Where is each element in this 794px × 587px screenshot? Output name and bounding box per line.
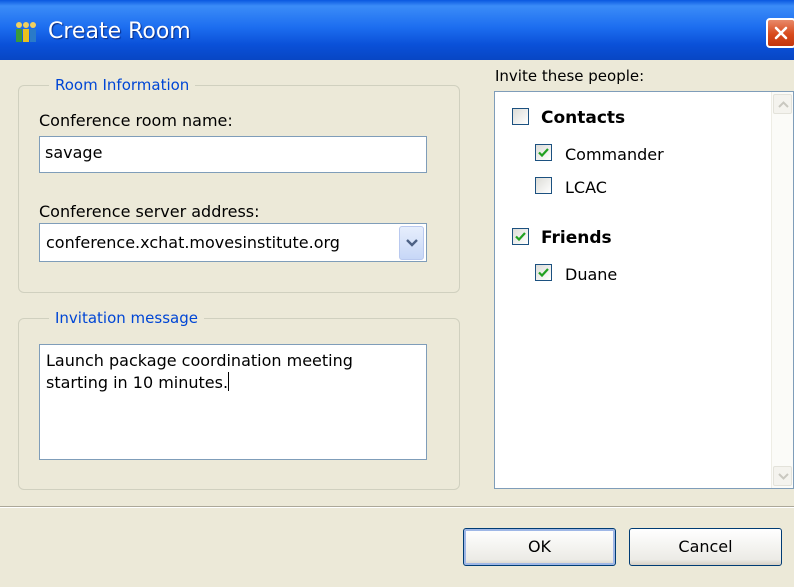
invite-label: Invite these people: [495,67,645,85]
check-icon [538,148,549,158]
scroll-up-button[interactable] [773,94,792,114]
chevron-up-icon [778,101,789,108]
chevron-down-icon [778,473,789,480]
friends-checkbox[interactable] [512,228,529,245]
invitation-message-legend: Invitation message [49,309,204,327]
invitation-line-1: Launch package coordination meeting [46,351,353,370]
duane-checkbox[interactable] [535,264,552,281]
cancel-button[interactable]: Cancel [629,528,782,566]
check-icon [538,268,549,278]
scroll-down-button[interactable] [773,466,792,486]
invitation-message-group: Invitation message Launch package coordi… [18,309,460,490]
create-room-dialog: Create Room Room Information Conference … [0,0,794,587]
invitation-line-2: starting in 10 minutes. [46,373,229,392]
lcac-checkbox[interactable] [535,177,552,194]
server-address-label: Conference server address: [39,202,260,221]
member-label-duane: Duane [565,265,618,284]
ok-button[interactable]: OK [463,528,616,566]
invitation-message-input[interactable]: Launch package coordination meeting star… [39,344,427,460]
window-title: Create Room [48,19,191,44]
text-caret [228,372,230,391]
group-label-friends: Friends [541,228,612,248]
title-bar[interactable]: Create Room [0,0,794,60]
dialog-divider [0,506,794,508]
room-name-label: Conference room name: [39,111,233,130]
member-label-commander: Commander [565,145,664,164]
commander-checkbox[interactable] [535,144,552,161]
close-button[interactable] [766,18,794,48]
member-label-lcac: LCAC [565,178,607,197]
server-dropdown-button[interactable] [399,226,424,260]
check-icon [515,232,526,242]
room-information-group: Room Information Conference room name: s… [18,76,460,293]
people-icon [14,20,38,44]
invite-list[interactable]: Contacts Commander LCAC Friends Duane [494,91,794,489]
group-label-contacts: Contacts [541,108,626,128]
server-address-combo[interactable]: conference.xchat.movesinstitute.org [39,223,427,262]
chevron-down-icon [406,239,418,247]
room-information-legend: Room Information [49,76,196,94]
close-icon [774,26,788,40]
invite-list-scrollbar[interactable] [771,92,793,488]
room-name-input[interactable]: savage [39,136,427,173]
contacts-checkbox[interactable] [512,108,529,125]
server-address-value: conference.xchat.movesinstitute.org [46,233,340,252]
